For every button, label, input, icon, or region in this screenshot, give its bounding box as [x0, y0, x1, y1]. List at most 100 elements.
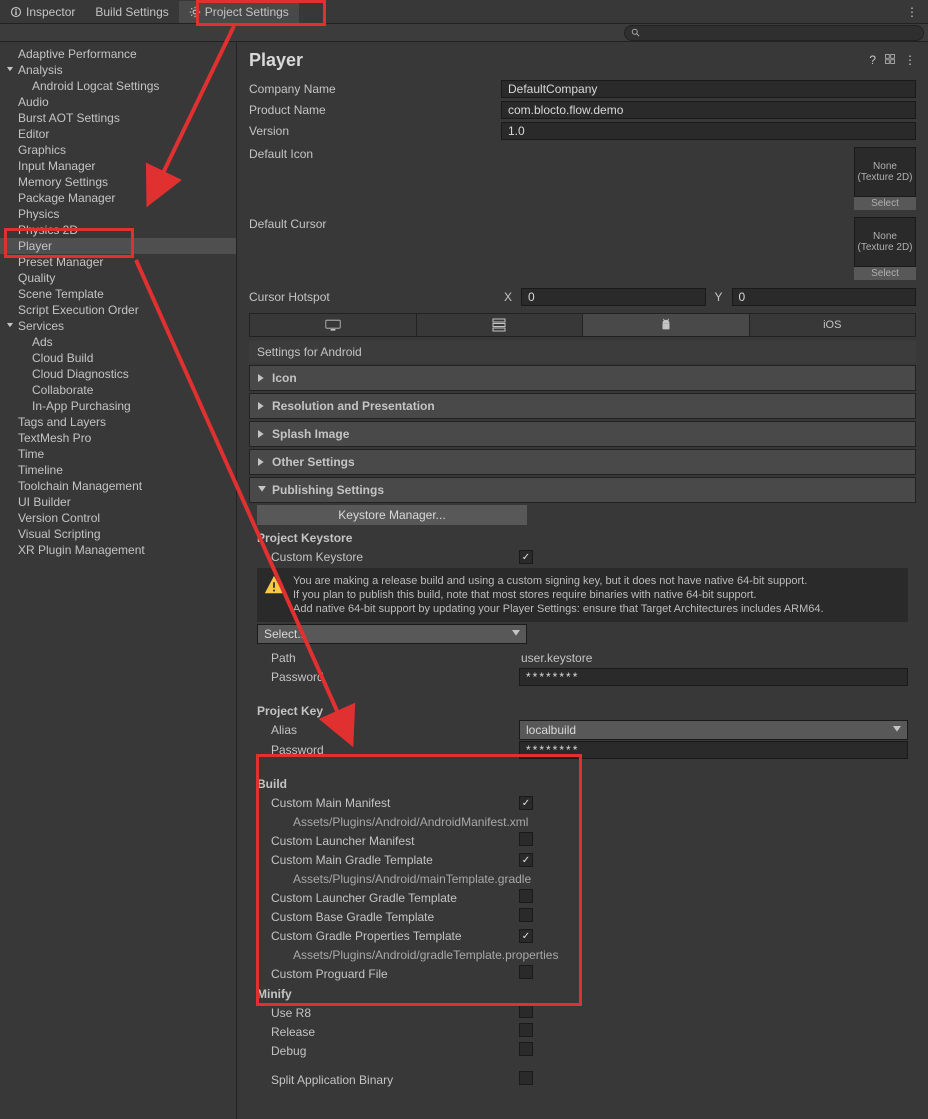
sidebar-item-physics[interactable]: Physics — [0, 206, 236, 222]
sidebar-item-visual-scripting[interactable]: Visual Scripting — [0, 526, 236, 542]
release-label: Release — [257, 1025, 519, 1039]
sab-label: Split Application Binary — [257, 1073, 519, 1087]
keystore-select-dropdown[interactable]: Select... — [257, 624, 527, 644]
default-cursor-select[interactable]: Select — [854, 267, 916, 280]
sidebar-item-collaborate[interactable]: Collaborate — [0, 382, 236, 398]
sidebar-item-player[interactable]: Player — [0, 238, 236, 254]
sidebar-item-adaptive-performance[interactable]: Adaptive Performance — [0, 46, 236, 62]
cbgt-label: Custom Base Gradle Template — [257, 910, 519, 924]
hotspot-y-input[interactable] — [732, 288, 917, 306]
sidebar-item-ads[interactable]: Ads — [0, 334, 236, 350]
sidebar-item-ui-builder[interactable]: UI Builder — [0, 494, 236, 510]
fold-icon[interactable]: Icon — [249, 365, 916, 391]
r8-checkbox[interactable] — [519, 1004, 533, 1018]
cpf-checkbox[interactable] — [519, 965, 533, 979]
sidebar-item-script-execution-order[interactable]: Script Execution Order — [0, 302, 236, 318]
fold-splash[interactable]: Splash Image — [249, 421, 916, 447]
sidebar-item-memory-settings[interactable]: Memory Settings — [0, 174, 236, 190]
platform-tab-standalone[interactable] — [250, 314, 417, 336]
cmm-path: Assets/Plugins/Android/AndroidManifest.x… — [257, 815, 528, 829]
sab-checkbox[interactable] — [519, 1071, 533, 1085]
cmm-checkbox[interactable] — [519, 796, 533, 810]
cpf-label: Custom Proguard File — [257, 967, 519, 981]
sidebar-item-timeline[interactable]: Timeline — [0, 462, 236, 478]
clgt-label: Custom Launcher Gradle Template — [257, 891, 519, 905]
platform-tab-ios[interactable]: iOS — [750, 314, 916, 336]
sidebar-item-graphics[interactable]: Graphics — [0, 142, 236, 158]
sidebar-item-audio[interactable]: Audio — [0, 94, 236, 110]
sidebar-item-cloud-build[interactable]: Cloud Build — [0, 350, 236, 366]
sidebar-item-editor[interactable]: Editor — [0, 126, 236, 142]
sidebar-item-scene-template[interactable]: Scene Template — [0, 286, 236, 302]
version-input[interactable] — [501, 122, 916, 140]
clm-checkbox[interactable] — [519, 832, 533, 846]
default-icon-select[interactable]: Select — [854, 197, 916, 210]
path-label: Path — [257, 651, 519, 665]
default-cursor-thumb[interactable]: None (Texture 2D) Select — [854, 217, 916, 280]
sidebar-item-time[interactable]: Time — [0, 446, 236, 462]
default-icon-thumb[interactable]: None (Texture 2D) Select — [854, 147, 916, 210]
company-label: Company Name — [249, 82, 501, 96]
sidebar-item-preset-manager[interactable]: Preset Manager — [0, 254, 236, 270]
platform-tab-server[interactable] — [417, 314, 584, 336]
project-keystore-label: Project Keystore — [249, 527, 916, 547]
sidebar-item-textmesh-pro[interactable]: TextMesh Pro — [0, 430, 236, 446]
custom-keystore-checkbox[interactable] — [519, 550, 533, 564]
cbgt-checkbox[interactable] — [519, 908, 533, 922]
android-settings-header: Settings for Android — [249, 341, 916, 363]
clm-label: Custom Launcher Manifest — [257, 834, 519, 848]
platform-tabs: iOS — [249, 313, 916, 337]
sidebar-item-services[interactable]: Services — [0, 318, 236, 334]
cgpt-checkbox[interactable] — [519, 929, 533, 943]
sidebar-item-tags-and-layers[interactable]: Tags and Layers — [0, 414, 236, 430]
warn-l3: Add native 64-bit support by updating yo… — [293, 602, 824, 616]
keystore-manager-button[interactable]: Keystore Manager... — [257, 505, 527, 525]
cmm-label: Custom Main Manifest — [257, 796, 519, 810]
sidebar-item-burst-aot-settings[interactable]: Burst AOT Settings — [0, 110, 236, 126]
key-password-label: Password — [257, 743, 519, 757]
warning-box: You are making a release build and using… — [257, 568, 908, 622]
cgpt-path: Assets/Plugins/Android/gradleTemplate.pr… — [257, 948, 558, 962]
key-password-input[interactable] — [519, 741, 908, 759]
path-value: user.keystore — [519, 651, 908, 665]
sidebar-item-analysis[interactable]: Analysis — [0, 62, 236, 78]
android-icon — [659, 318, 673, 332]
platform-tab-android[interactable] — [583, 314, 750, 336]
sidebar-item-android-logcat-settings[interactable]: Android Logcat Settings — [0, 78, 236, 94]
sidebar-item-in-app-purchasing[interactable]: In-App Purchasing — [0, 398, 236, 414]
sidebar-item-xr-plugin-management[interactable]: XR Plugin Management — [0, 542, 236, 558]
panel-menu-button[interactable]: ⋮ — [904, 53, 916, 68]
alias-dropdown[interactable]: localbuild — [519, 720, 908, 740]
fold-resolution[interactable]: Resolution and Presentation — [249, 393, 916, 419]
version-label: Version — [249, 124, 501, 138]
tex-type: (Texture 2D) — [857, 172, 912, 183]
tab-menu-button[interactable]: ⋮ — [896, 5, 928, 19]
debug-checkbox[interactable] — [519, 1042, 533, 1056]
gear-icon — [189, 6, 201, 18]
keystore-password-label: Password — [257, 670, 519, 684]
sidebar-item-cloud-diagnostics[interactable]: Cloud Diagnostics — [0, 366, 236, 382]
release-checkbox[interactable] — [519, 1023, 533, 1037]
product-input[interactable] — [501, 101, 916, 119]
company-input[interactable] — [501, 80, 916, 98]
sidebar-item-input-manager[interactable]: Input Manager — [0, 158, 236, 174]
fold-other[interactable]: Other Settings — [249, 449, 916, 475]
sidebar-item-quality[interactable]: Quality — [0, 270, 236, 286]
tab-project-settings[interactable]: Project Settings — [179, 1, 299, 23]
clgt-checkbox[interactable] — [519, 889, 533, 903]
search-input[interactable] — [624, 25, 924, 41]
page-title: Player — [249, 50, 303, 71]
sidebar-item-package-manager[interactable]: Package Manager — [0, 190, 236, 206]
tab-inspector[interactable]: Inspector — [0, 1, 85, 23]
tab-project-label: Project Settings — [205, 5, 289, 19]
sidebar-item-physics-2d[interactable]: Physics 2D — [0, 222, 236, 238]
sidebar-item-version-control[interactable]: Version Control — [0, 510, 236, 526]
fold-publishing[interactable]: Publishing Settings — [249, 477, 916, 503]
presets-icon[interactable] — [884, 53, 896, 68]
keystore-password-input[interactable] — [519, 668, 908, 686]
tab-build-settings[interactable]: Build Settings — [85, 1, 178, 23]
help-icon[interactable]: ? — [869, 53, 876, 68]
cmgt-checkbox[interactable] — [519, 853, 533, 867]
hotspot-x-input[interactable] — [521, 288, 706, 306]
sidebar-item-toolchain-management[interactable]: Toolchain Management — [0, 478, 236, 494]
